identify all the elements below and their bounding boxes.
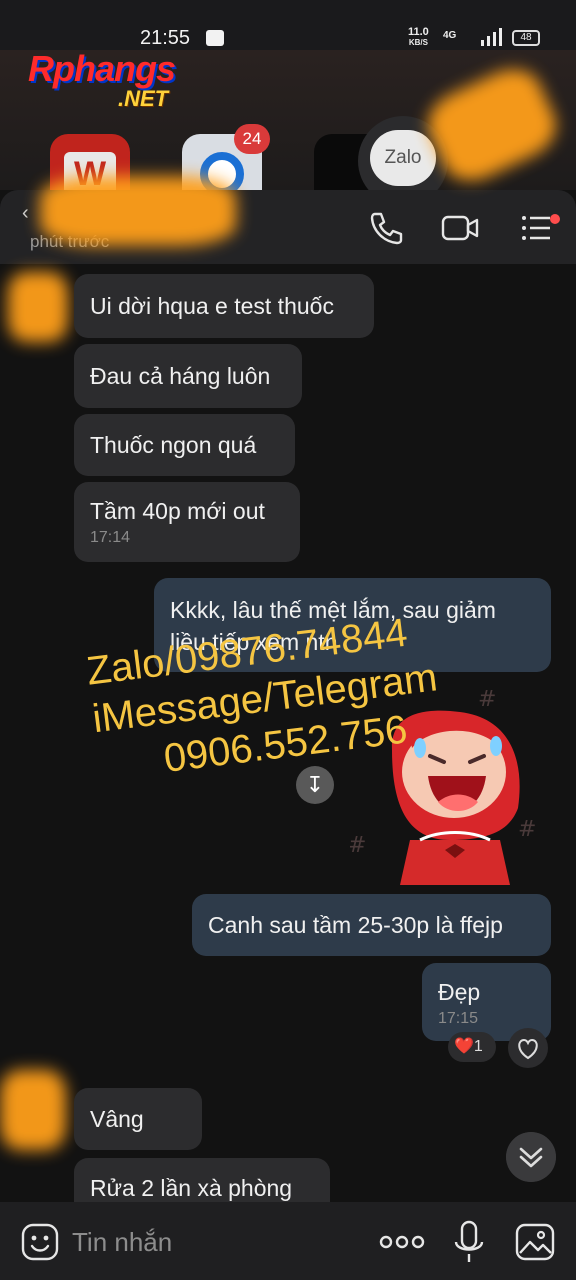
message-input-bar xyxy=(0,1202,576,1280)
message-timestamp: 17:15 xyxy=(438,1010,479,1027)
message-input[interactable] xyxy=(72,1220,352,1264)
scroll-down-icon[interactable] xyxy=(506,1132,556,1182)
emoji-icon[interactable] xyxy=(20,1222,60,1262)
net-speed-value: 11.0 xyxy=(408,26,429,38)
message-bubble[interactable]: Thuốc ngon quá xyxy=(74,414,295,476)
back-icon[interactable]: ‹ xyxy=(22,202,29,225)
redaction-blur xyxy=(40,176,236,246)
svg-text:#: # xyxy=(478,690,496,712)
message-bubble[interactable]: Đau cả háng luôn xyxy=(74,344,302,408)
react-heart-icon[interactable] xyxy=(508,1028,548,1068)
zalo-notification-icon xyxy=(206,30,224,46)
watermark-logo-suffix: .NET xyxy=(118,86,169,111)
message-text: Ui dời hqua e test thuốc xyxy=(90,293,334,319)
message-text: Vâng xyxy=(90,1106,144,1132)
message-text: Đẹp xyxy=(438,979,481,1005)
more-options-icon[interactable] xyxy=(378,1228,426,1256)
video-call-icon[interactable] xyxy=(440,208,480,248)
watermark-logo: Rphangs xyxy=(28,48,176,89)
menu-icon[interactable] xyxy=(516,208,556,248)
gallery-icon[interactable] xyxy=(514,1222,556,1262)
message-bubble[interactable]: Ui dời hqua e test thuốc xyxy=(74,274,374,338)
zalo-chat-head-label: Zalo xyxy=(370,130,436,186)
message-text: Canh sau tầm 25-30p là ffejp xyxy=(208,912,503,938)
message-text: Thuốc ngon quá xyxy=(90,432,257,458)
message-text: Đau cả háng luôn xyxy=(90,363,271,389)
reaction-count: 1 xyxy=(473,1038,483,1055)
svg-text:#: # xyxy=(350,833,366,858)
status-time: 21:55 xyxy=(140,27,191,49)
reaction-badge[interactable]: ❤️1 xyxy=(448,1032,496,1062)
message-bubble[interactable]: Vâng xyxy=(74,1088,202,1150)
message-text: Tầm 40p mới out xyxy=(90,498,265,524)
network-type: 4G xyxy=(443,30,457,41)
redaction-blur xyxy=(8,272,68,342)
download-icon[interactable]: ↧ xyxy=(296,766,334,804)
net-speed-unit: KB/S xyxy=(408,38,428,47)
microphone-icon[interactable] xyxy=(450,1220,488,1264)
svg-text:#: # xyxy=(518,817,536,842)
message-bubble[interactable]: Canh sau tầm 25-30p là ffejp xyxy=(192,894,551,956)
battery-indicator: 48 xyxy=(512,30,540,46)
redaction-blur xyxy=(0,1070,66,1150)
menu-notification-dot xyxy=(550,214,560,224)
notification-badge: 24 xyxy=(234,124,270,154)
net-speed: 11.0 KB/S xyxy=(408,27,429,48)
signal-icon xyxy=(481,28,502,46)
heart-reaction-icon: ❤️ xyxy=(454,1038,474,1055)
message-bubble[interactable]: Tầm 40p mới out 17:14 xyxy=(74,482,300,562)
message-timestamp: 17:14 xyxy=(90,529,131,546)
call-icon[interactable] xyxy=(366,208,406,248)
